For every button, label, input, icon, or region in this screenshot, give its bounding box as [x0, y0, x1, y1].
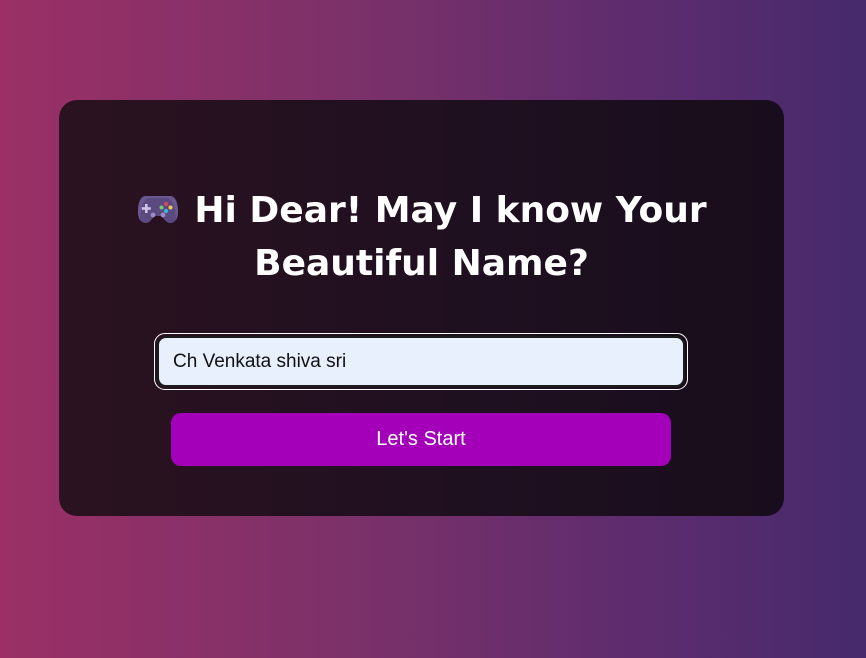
title-line-1: Hi Dear! May I know Your — [59, 184, 784, 237]
name-entry-card: Hi Dear! May I know Your Beautiful Name?… — [59, 100, 784, 516]
title-line-2: Beautiful Name? — [254, 243, 589, 284]
title-text-line-1: Hi Dear! May I know Your — [194, 190, 707, 231]
page-title: Hi Dear! May I know Your Beautiful Name? — [59, 184, 784, 290]
gamepad-icon — [138, 196, 179, 223]
lets-start-button[interactable]: Let's Start — [171, 413, 671, 466]
name-field — [154, 333, 688, 390]
name-input[interactable] — [157, 336, 685, 387]
